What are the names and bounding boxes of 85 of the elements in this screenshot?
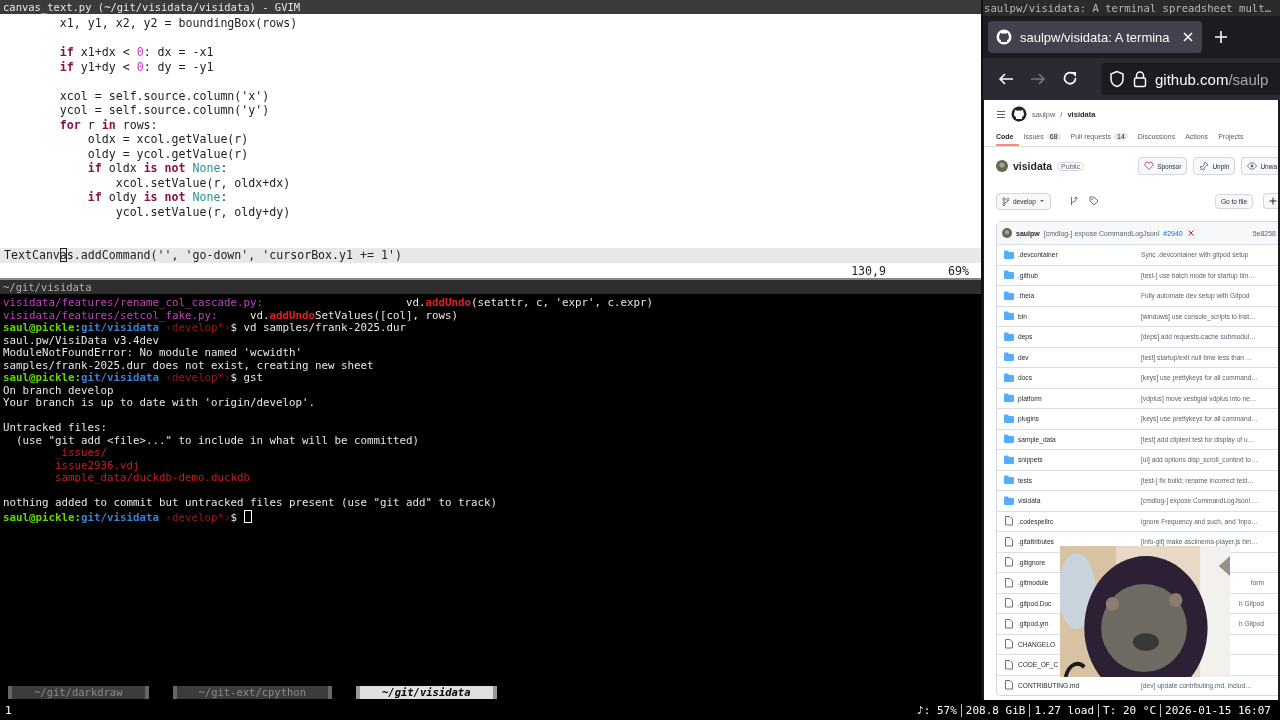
heart-icon xyxy=(1144,161,1155,171)
shield-icon xyxy=(1109,70,1125,88)
terminal-line: Your branch is up to date with 'origin/develop'. xyxy=(3,397,316,410)
window-tab[interactable]: ~/git/visidata xyxy=(356,686,497,699)
code-line: xcol = self.source.column('x') xyxy=(58,88,271,103)
terminal-line: samples/frank-2025.dur does not exist, creating new sheet xyxy=(3,359,375,372)
folder-icon xyxy=(1004,413,1014,424)
status-item: 1.27 load xyxy=(1029,703,1099,717)
file-icon xyxy=(1004,536,1014,547)
terminal-line: On branch develop xyxy=(3,384,115,397)
folder-icon xyxy=(1004,434,1014,445)
window-title: canvas_text.py (~/git/visidata/visidata) - GVIM xyxy=(0,0,981,14)
terminal-line: saul@pickle:git/visidata ‹develop*›$ xyxy=(3,509,978,522)
code-line: oldy = ycol.getValue(r) xyxy=(86,146,250,161)
code-line: ycol = self.source.column('y') xyxy=(58,103,271,118)
folder-icon xyxy=(1004,372,1014,383)
status-item: T: 20 °C xyxy=(1098,703,1161,717)
folder-icon xyxy=(1004,393,1014,404)
folder-icon xyxy=(1004,454,1014,465)
terminal-line: nothing added to commit but untracked files present (use "git add" to track) xyxy=(3,497,499,510)
menu-icon[interactable] xyxy=(996,109,1006,119)
reload-icon[interactable] xyxy=(1061,70,1079,88)
cat-logo-icon[interactable] xyxy=(1011,106,1027,122)
file-icon xyxy=(1004,659,1014,670)
status-item: 208.8 GiB xyxy=(960,703,1030,717)
file-icon xyxy=(1004,680,1014,691)
close-icon xyxy=(1186,229,1195,237)
terminal-line: saul.pw/VisiData v3.4dev xyxy=(3,334,160,347)
window-title: saulpw/visidata: A terminal spreadsheet mult… xyxy=(983,0,1280,16)
terminal-line: ModuleNotFoundError: No module named 'wcwidth' xyxy=(3,347,303,360)
terminal-line: Untracked files: xyxy=(3,422,108,435)
code-line: for r in rows: xyxy=(58,117,159,132)
folder-icon xyxy=(1004,311,1014,322)
folder-icon xyxy=(1004,270,1014,281)
scroll-percent: 69% xyxy=(948,262,969,279)
tag-icon[interactable] xyxy=(1088,196,1099,206)
code-line: x1, y1, x2, y2 = boundingBox(rows) xyxy=(58,16,299,31)
address-bar[interactable]: github.com/saulp xyxy=(1101,63,1280,95)
close-icon[interactable] xyxy=(1182,31,1194,43)
terminal-line: saul@pickle:git/visidata ‹develop*›$ vd samples/frank-2025.dur xyxy=(3,322,408,335)
caret-icon xyxy=(1038,199,1045,203)
folder-icon xyxy=(1004,495,1014,506)
code-line: if oldx is not None: xyxy=(86,161,229,176)
folder-icon xyxy=(1004,249,1014,260)
avatar-icon xyxy=(1002,228,1012,238)
status-item: ♪: 57% xyxy=(916,703,958,717)
terminal-line: issue2936.vdj xyxy=(54,459,141,472)
browser-tab[interactable]: saulpw/visidata: A termina xyxy=(988,21,1202,53)
avatar-icon xyxy=(996,160,1008,172)
cat-logo-icon xyxy=(996,29,1012,45)
folder-icon xyxy=(1004,331,1014,342)
file-icon xyxy=(1004,557,1014,568)
file-icon xyxy=(1004,516,1014,527)
terminal-line: sample_data/duckdb-demo.duckdb xyxy=(54,472,251,485)
terminal-line: (use "git add <file>..." to include in what will be committed) xyxy=(15,434,421,447)
file-icon xyxy=(1004,598,1014,609)
cursor-position: 130,9 xyxy=(851,262,887,279)
terminal-line: visidata/features/rename_col_cascade.py: vd.addUndo(setattr, c, 'expr', c.expr) xyxy=(3,297,655,310)
eye-icon xyxy=(1247,161,1258,171)
terminal-line: visidata/features/setcol_fake.py: vd.addUndoSetValues([col], rows) xyxy=(3,309,460,322)
workspace-number[interactable]: 1 xyxy=(5,703,12,717)
branches-icon[interactable] xyxy=(1068,196,1079,206)
lock-icon xyxy=(1133,70,1147,88)
status-item: 2026-01-15 16:07 xyxy=(1160,703,1275,717)
code-line: oldx = xcol.getValue(r) xyxy=(86,132,250,147)
terminal-line: _issues/ xyxy=(54,447,108,460)
file-icon xyxy=(1004,639,1014,650)
repo-name: visidata xyxy=(1013,160,1053,172)
folder-icon xyxy=(1004,475,1014,486)
folder-icon xyxy=(1004,290,1014,301)
file-icon xyxy=(1004,618,1014,629)
code-line: if y1+dy < 0: dy = -y1 xyxy=(58,59,215,74)
code-line: if x1+dx < 0: dx = -x1 xyxy=(58,45,215,60)
terminal-title: ~/git/visidata xyxy=(0,280,981,294)
code-line: xcol.setValue(r, oldx+dx) xyxy=(114,175,292,190)
code-line: if oldy is not None: xyxy=(86,190,229,205)
terminal-line: saul@pickle:git/visidata ‹develop*›$ gst xyxy=(3,372,265,385)
folder-icon xyxy=(1004,352,1014,363)
code-line: ycol.setValue(r, oldy+dy) xyxy=(114,204,292,219)
add-file-button[interactable] xyxy=(1263,193,1278,209)
pin-icon xyxy=(1199,161,1210,171)
branch-icon xyxy=(1002,196,1010,206)
plus-icon xyxy=(1269,197,1277,205)
file-icon xyxy=(1004,577,1014,588)
new-tab-icon[interactable] xyxy=(1214,30,1228,44)
